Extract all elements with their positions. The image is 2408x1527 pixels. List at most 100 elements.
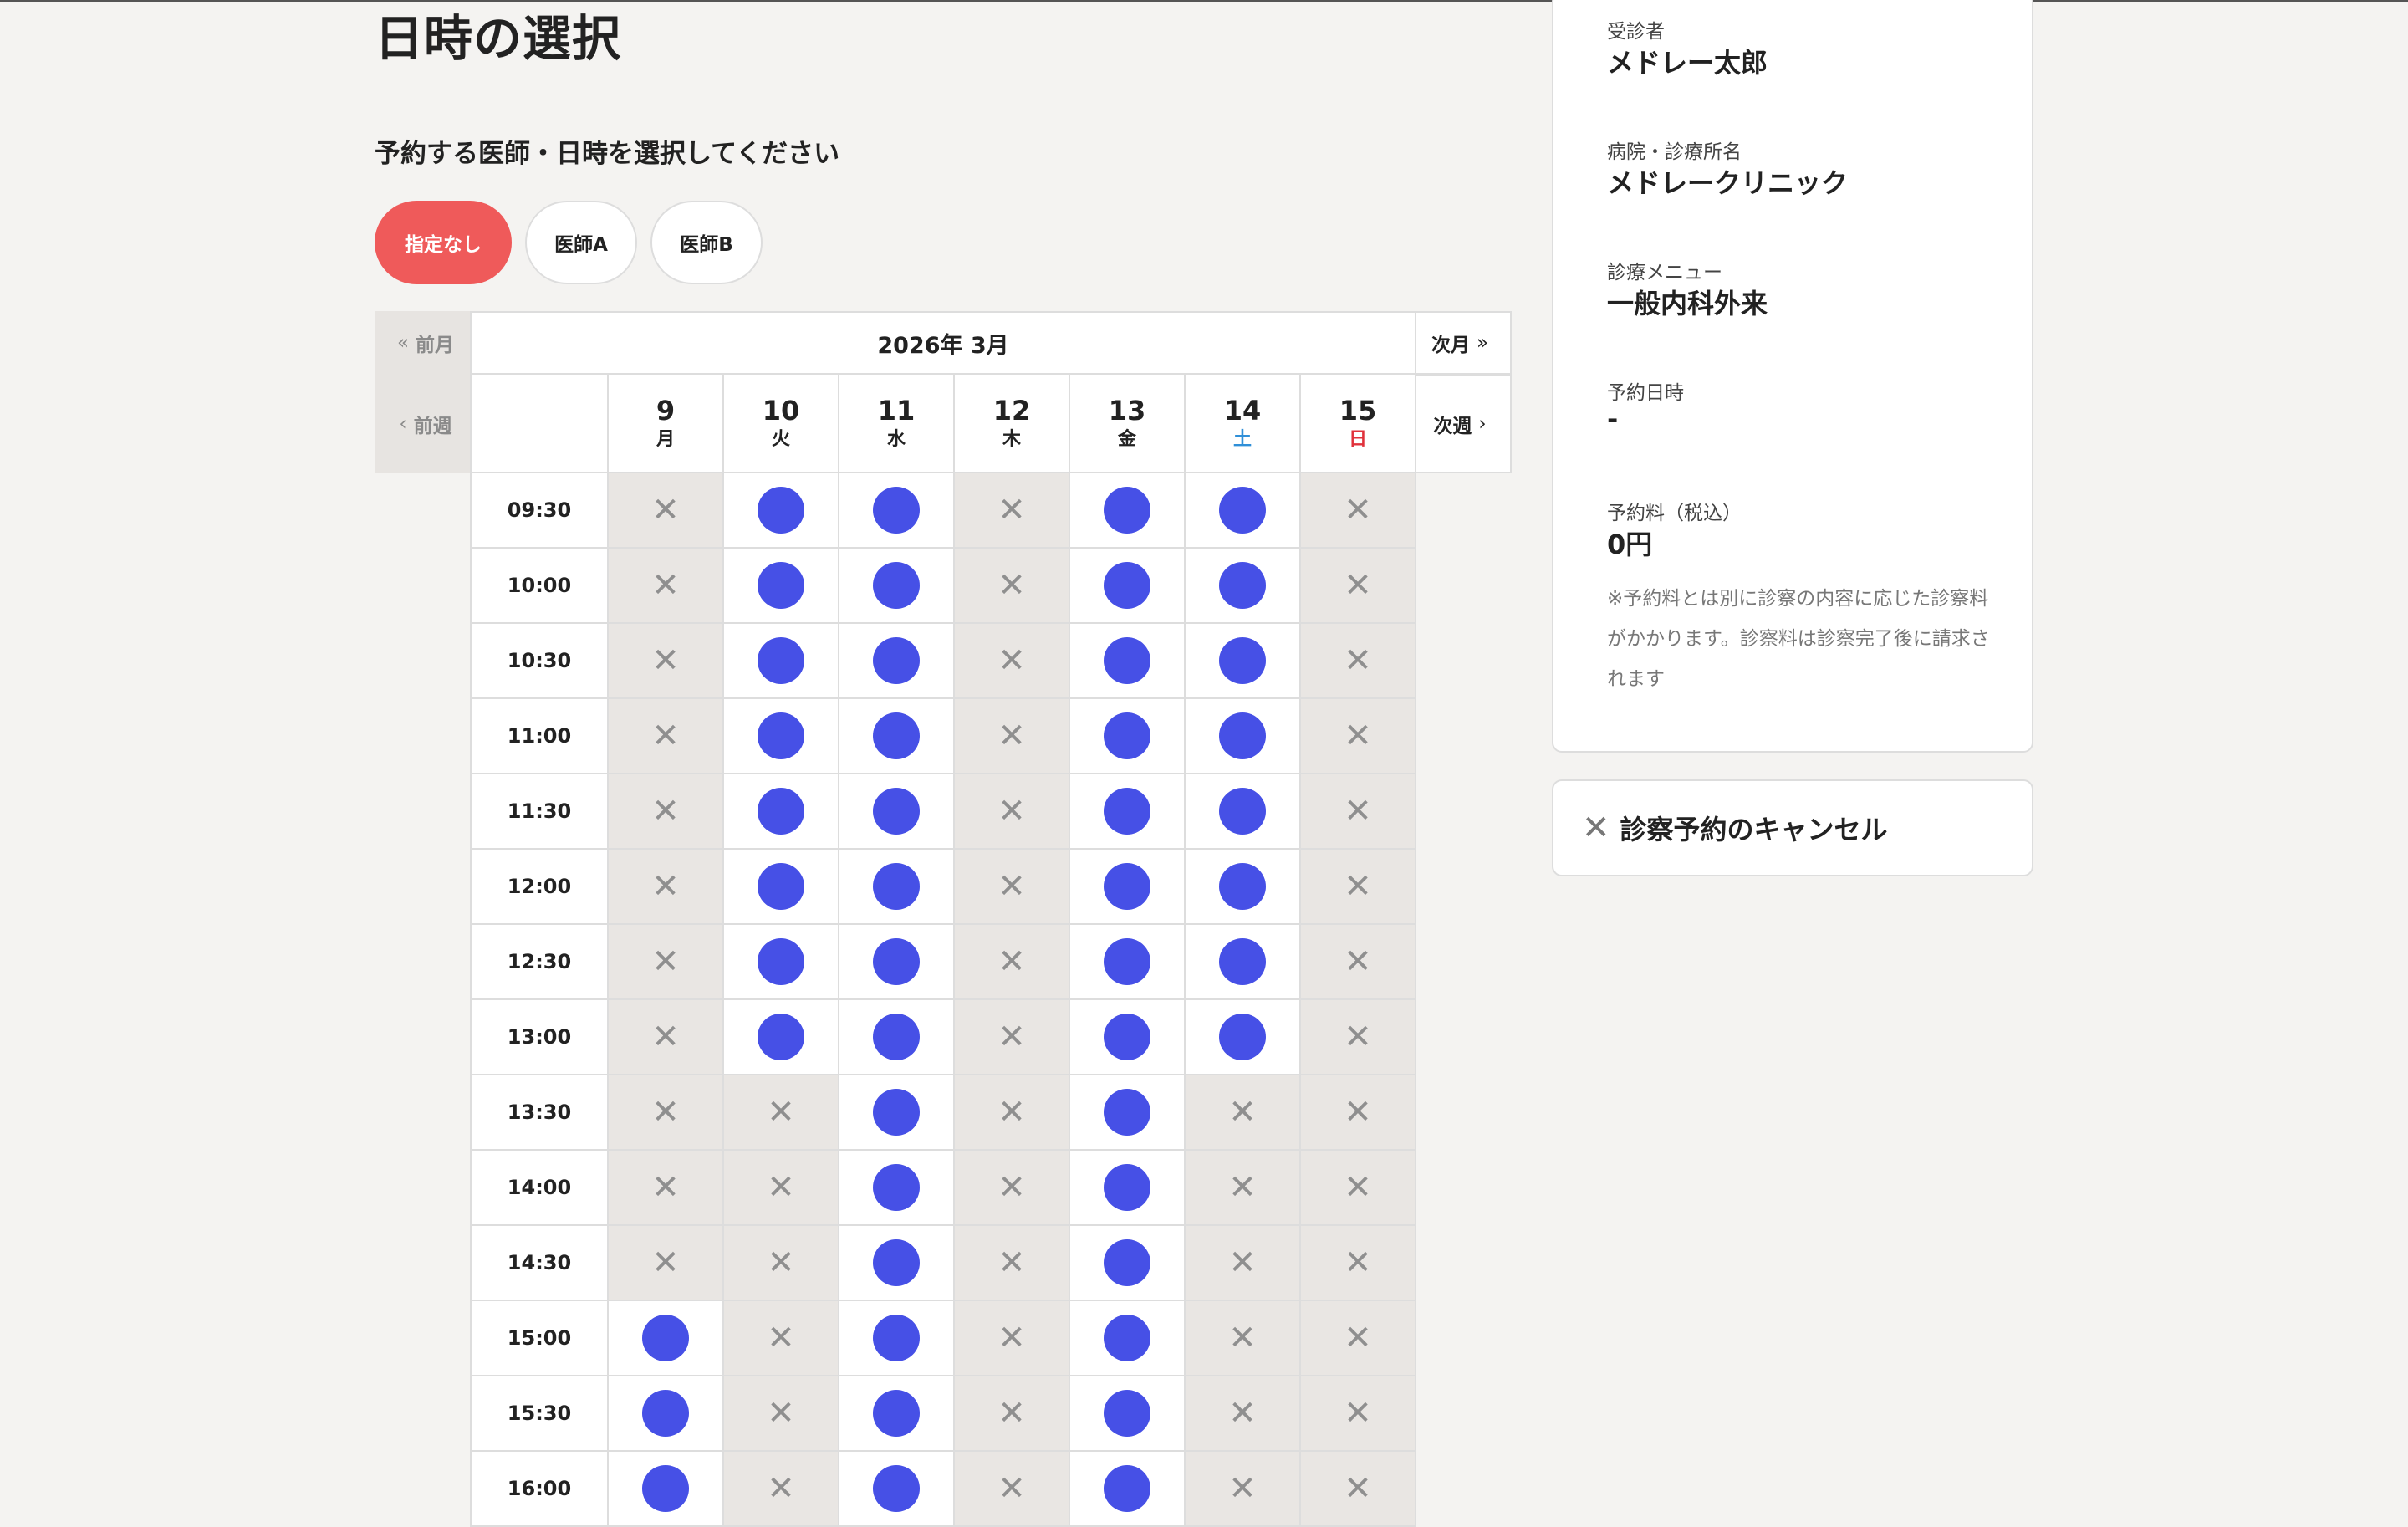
slot-available[interactable] — [839, 1151, 955, 1226]
fee-note: ※予約料とは別に診察の内容に応じた診察料がかかります。診察料は診察完了後に請求さ… — [1607, 588, 1990, 690]
slot-available[interactable] — [1070, 473, 1186, 549]
cross-icon: ✕ — [1344, 566, 1372, 605]
cross-icon: ✕ — [1344, 1168, 1372, 1207]
day-weekday: 月 — [656, 429, 675, 450]
slot-time-label: 14:00 — [470, 1151, 609, 1226]
slot-available[interactable] — [724, 1000, 839, 1075]
slot-available[interactable] — [724, 774, 839, 850]
slot-available[interactable] — [1070, 774, 1186, 850]
slot-available[interactable] — [1070, 624, 1186, 699]
slot-available[interactable] — [1186, 699, 1301, 774]
cross-icon: ✕ — [997, 641, 1026, 680]
slot-available[interactable] — [1186, 549, 1301, 624]
cross-icon: ✕ — [997, 1093, 1026, 1131]
day-weekday: 土 — [1232, 429, 1252, 450]
slot-available[interactable] — [1070, 1151, 1186, 1226]
page-title: 日時の選択 — [375, 10, 622, 67]
slot-unavailable: ✕ — [955, 774, 1070, 850]
slot-unavailable: ✕ — [1301, 1000, 1416, 1075]
cross-icon: ✕ — [1228, 1244, 1257, 1282]
cross-icon: ✕ — [651, 566, 680, 605]
available-dot-icon — [1104, 1390, 1150, 1437]
available-dot-icon — [758, 637, 804, 684]
slot-available[interactable] — [839, 549, 955, 624]
slot-available[interactable] — [839, 774, 955, 850]
cross-icon: ✕ — [1344, 1244, 1372, 1282]
slot-available[interactable] — [1186, 774, 1301, 850]
slot-available[interactable] — [839, 1301, 955, 1376]
cross-icon: ✕ — [1344, 641, 1372, 680]
slot-available[interactable] — [1070, 850, 1186, 925]
slot-available[interactable] — [1070, 1000, 1186, 1075]
slot-available[interactable] — [1070, 1376, 1186, 1452]
slot-available[interactable] — [1186, 925, 1301, 1000]
prev-month-button[interactable]: « 前月 — [375, 311, 470, 375]
slot-available[interactable] — [1186, 473, 1301, 549]
slot-available[interactable] — [609, 1376, 724, 1452]
day-header: 12 木 — [955, 375, 1070, 473]
slot-available[interactable] — [1186, 624, 1301, 699]
cross-icon: ✕ — [997, 867, 1026, 906]
slot-unavailable: ✕ — [1301, 699, 1416, 774]
slot-available[interactable] — [1070, 1226, 1186, 1301]
available-dot-icon — [1219, 487, 1266, 534]
slot-available[interactable] — [839, 699, 955, 774]
slot-available[interactable] — [724, 925, 839, 1000]
doctor-filter-a[interactable]: 医師A — [525, 201, 637, 284]
slot-available[interactable] — [839, 1075, 955, 1151]
cross-icon: ✕ — [997, 717, 1026, 755]
fee-value: 0円 — [1607, 529, 1653, 560]
slot-available[interactable] — [1070, 549, 1186, 624]
next-week-button[interactable]: 次週 › — [1415, 375, 1512, 473]
slot-available[interactable] — [839, 624, 955, 699]
doctor-filter-b[interactable]: 医師B — [650, 201, 763, 284]
slot-available[interactable] — [724, 473, 839, 549]
available-dot-icon — [1104, 863, 1150, 910]
slot-available[interactable] — [609, 1301, 724, 1376]
slot-unavailable: ✕ — [1186, 1452, 1301, 1527]
available-dot-icon — [1104, 1164, 1150, 1211]
day-weekday: 火 — [771, 429, 790, 450]
prev-month-label: 前月 — [416, 335, 455, 356]
slot-available[interactable] — [724, 850, 839, 925]
slot-available[interactable] — [1070, 1301, 1186, 1376]
time-slot-row: 10:30 ✕ ✕ ✕ — [470, 624, 1416, 699]
cancel-reservation-button[interactable]: ✕ 診察予約のキャンセル — [1552, 779, 2033, 876]
slot-unavailable: ✕ — [1301, 1301, 1416, 1376]
slot-unavailable: ✕ — [724, 1452, 839, 1527]
day-date: 12 — [992, 395, 1031, 426]
prev-week-button[interactable]: ‹ 前週 — [375, 375, 470, 473]
slot-available[interactable] — [839, 1376, 955, 1452]
slot-available[interactable] — [609, 1452, 724, 1527]
slot-available[interactable] — [839, 1452, 955, 1527]
chevron-left-icon: ‹ — [399, 413, 407, 435]
slot-available[interactable] — [839, 473, 955, 549]
slot-available[interactable] — [1070, 925, 1186, 1000]
next-month-button[interactable]: 次月 » — [1415, 311, 1512, 375]
slot-unavailable: ✕ — [1301, 624, 1416, 699]
cross-icon: ✕ — [1228, 1319, 1257, 1357]
slot-available[interactable] — [724, 699, 839, 774]
datetime-value: - — [1607, 403, 1619, 435]
slot-unavailable: ✕ — [1186, 1376, 1301, 1452]
slot-available[interactable] — [724, 624, 839, 699]
slot-available[interactable] — [1070, 699, 1186, 774]
slot-available[interactable] — [724, 549, 839, 624]
slot-unavailable: ✕ — [1301, 1075, 1416, 1151]
slot-available[interactable] — [1070, 1075, 1186, 1151]
slot-available[interactable] — [839, 850, 955, 925]
clinic-label: 病院・診療所名 — [1607, 141, 1742, 163]
slot-available[interactable] — [839, 1000, 955, 1075]
slot-available[interactable] — [1186, 1000, 1301, 1075]
slot-time-label: 10:30 — [470, 624, 609, 699]
patient-value: メドレー太郎 — [1607, 47, 1768, 79]
slot-available[interactable] — [839, 925, 955, 1000]
slot-available[interactable] — [1070, 1452, 1186, 1527]
available-dot-icon — [873, 938, 920, 985]
doctor-filter-none[interactable]: 指定なし — [375, 201, 512, 284]
slot-available[interactable] — [839, 1226, 955, 1301]
slot-unavailable: ✕ — [955, 1151, 1070, 1226]
slot-available[interactable] — [1186, 850, 1301, 925]
month-title: 2026年 3月 — [470, 311, 1416, 375]
available-dot-icon — [1104, 1239, 1150, 1286]
